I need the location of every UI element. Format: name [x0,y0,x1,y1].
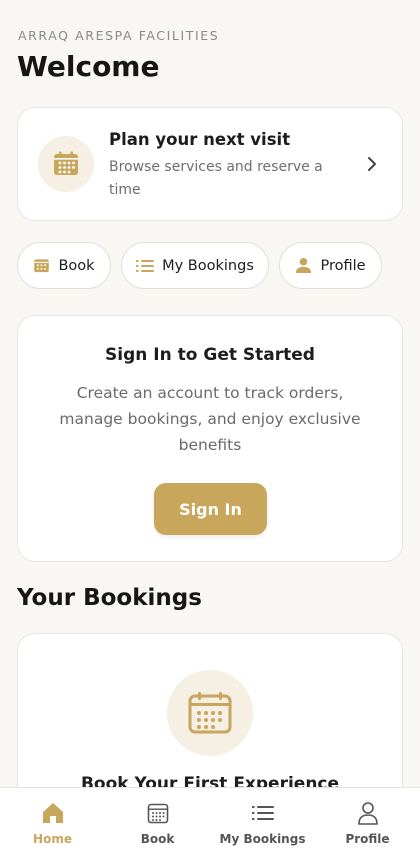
quick-book-button[interactable]: Book [17,242,111,289]
quick-my-bookings-button[interactable]: My Bookings [121,242,269,289]
tab-my-bookings-label: My Bookings [219,832,306,846]
calendar-icon [105,800,210,826]
plan-card-subtitle: Browse services and reserve a time [109,159,323,198]
plan-card-title: Plan your next visit [109,130,291,149]
tab-profile-label: Profile [345,832,390,846]
calendar-icon [167,670,253,756]
tab-book-label: Book [140,832,175,846]
tab-profile[interactable]: Profile [315,800,420,846]
list-icon [210,800,315,826]
chevron-right-icon [368,157,376,171]
facility-name: ARRAQ ARESPA FACILITIES [18,28,220,43]
sign-in-button[interactable]: Sign In [154,483,267,535]
tab-home[interactable]: Home [0,800,105,846]
tab-home-label: Home [33,832,72,846]
calendar-icon [38,136,94,192]
plan-visit-card[interactable]: Plan your next visit Browse services and… [17,107,403,221]
signin-description: Create an account to track orders, manag… [59,384,361,454]
bottom-tab-bar: Home Book My Bookings Profile [0,787,420,862]
quick-profile-button[interactable]: Profile [279,242,382,289]
tab-my-bookings[interactable]: My Bookings [210,800,315,846]
user-icon [296,257,312,274]
page-title: Welcome [17,50,160,83]
bookings-section-title: Your Bookings [17,585,202,611]
home-screen: ARRAQ ARESPA FACILITIES Welcome Plan you… [0,0,420,787]
calendar-icon [34,259,50,273]
list-icon [136,259,155,272]
user-icon [315,800,420,826]
bookings-empty-card: Book Your First Experience [17,633,403,787]
quick-book-label: Book [58,257,95,274]
quick-my-bookings-label: My Bookings [162,257,254,274]
signin-card: Sign In to Get Started Create an account… [17,315,403,562]
quick-profile-label: Profile [320,257,366,274]
signin-title: Sign In to Get Started [105,345,315,365]
bookings-empty-title: Book Your First Experience [80,774,340,787]
tab-book[interactable]: Book [105,800,210,846]
home-icon [0,800,105,826]
